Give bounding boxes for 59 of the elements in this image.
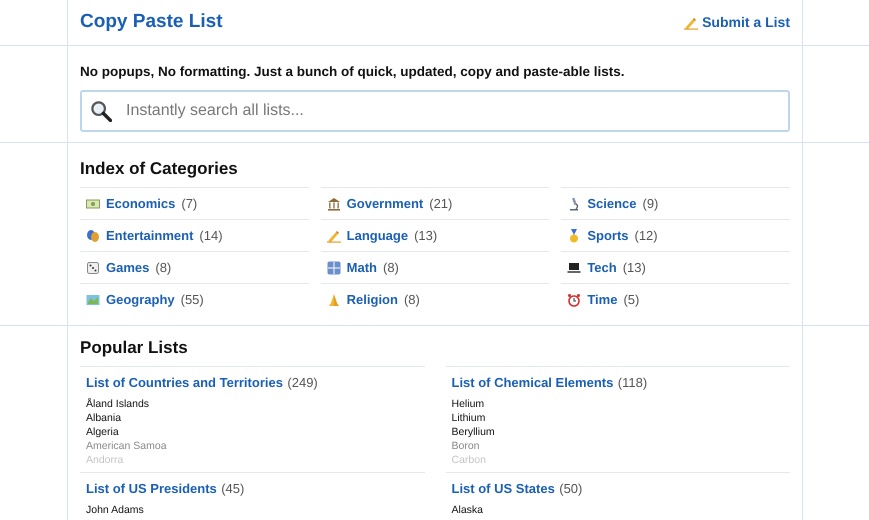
number-keys-icon (326, 260, 341, 275)
category-link[interactable]: Time (587, 290, 618, 310)
list-entry: Boron (452, 439, 481, 454)
site-title-link[interactable]: Copy Paste List (80, 8, 223, 37)
list-title-link[interactable]: List of US Presidents (86, 481, 217, 496)
list-title-link[interactable]: List of Chemical Elements (452, 375, 614, 390)
item-count: (5) (623, 291, 640, 310)
list-title-link[interactable]: List of Countries and Territories (86, 375, 283, 390)
list-entry: Beryllium (452, 425, 496, 440)
category-link[interactable]: Geography (106, 290, 175, 310)
category-link[interactable]: Math (346, 258, 377, 278)
category-link[interactable]: Sports (587, 226, 628, 246)
item-count: (118) (618, 375, 648, 390)
list-entry: Alaska (452, 503, 484, 518)
list-entry: Algeria (86, 425, 120, 440)
list-entry: Albania (86, 411, 122, 426)
item-count: (8) (404, 291, 420, 310)
item-count: (21) (429, 195, 452, 214)
item-count: (249) (287, 375, 318, 390)
item-count: (8) (155, 259, 172, 278)
pen-icon (684, 16, 698, 30)
item-count: (13) (622, 259, 646, 278)
item-count: (45) (221, 481, 244, 496)
item-count: (7) (181, 195, 198, 214)
category-link[interactable]: Games (106, 258, 150, 278)
building-icon (326, 196, 341, 211)
category-link[interactable]: Economics (106, 194, 176, 214)
item-count: (14) (199, 227, 223, 246)
laptop-icon (567, 260, 582, 275)
search-field[interactable]: Instantly search all lists... (80, 90, 790, 132)
category-link[interactable]: Religion (346, 290, 398, 310)
list-entry: Helium (452, 397, 486, 412)
list-title-link[interactable]: List of US States (452, 481, 555, 496)
item-count: (8) (383, 259, 399, 278)
section-heading: Index of Categories (80, 159, 239, 180)
list-entry: John Adams (86, 503, 145, 518)
list-entry: Lithium (452, 411, 486, 426)
list-entry: Åland Islands (86, 397, 150, 412)
category-link[interactable]: Government (346, 194, 424, 214)
list-entry: Andorra (86, 453, 124, 468)
map-icon (86, 292, 100, 307)
banknote-icon (86, 196, 100, 211)
pen-icon (326, 228, 341, 243)
category-link[interactable]: Tech (587, 258, 617, 278)
item-count: (13) (414, 227, 438, 246)
item-count: (55) (180, 291, 204, 310)
category-link[interactable]: Language (346, 226, 408, 246)
category-link[interactable]: Entertainment (106, 226, 194, 246)
alarm-clock-icon (567, 292, 582, 307)
category-link[interactable]: Science (587, 194, 636, 214)
tagline: No popups, No formatting. Just a bunch of quick, updated, copy and paste-able lists. (80, 63, 626, 81)
submit-list-link[interactable]: Submit a List (684, 12, 790, 33)
section-heading: Popular Lists (80, 338, 189, 358)
item-count: (12) (634, 227, 658, 246)
item-count: (9) (642, 195, 658, 214)
list-entry: Carbon (452, 453, 487, 468)
dice-icon (86, 260, 100, 275)
item-count: (50) (559, 481, 582, 496)
list-entry: American Samoa (86, 439, 168, 454)
